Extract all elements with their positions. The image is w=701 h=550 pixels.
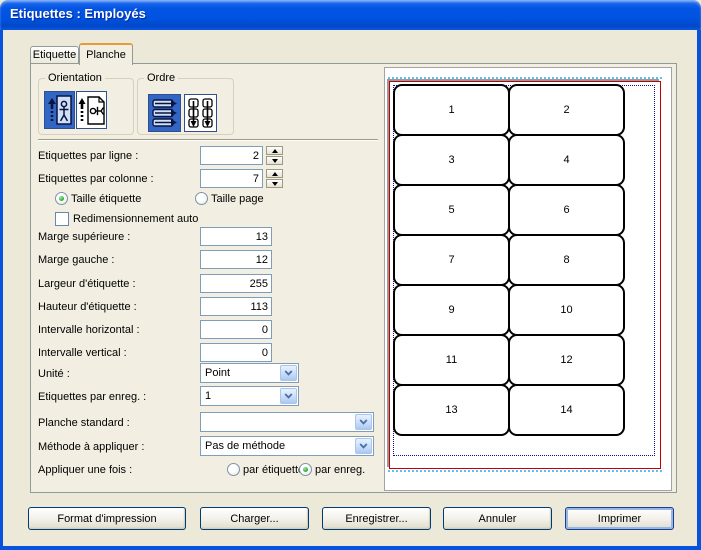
unit-combobox[interactable]: Point bbox=[200, 363, 299, 383]
dropdown-button[interactable] bbox=[280, 388, 297, 404]
auto-resize-checkbox[interactable] bbox=[55, 212, 69, 226]
per-record-option-label: par enreg. bbox=[315, 464, 365, 476]
dialog-window: Etiquettes : Employés Etiquette Planche … bbox=[0, 0, 701, 550]
taille-page-radio[interactable] bbox=[195, 192, 208, 205]
print-format-button[interactable]: Format d'impression bbox=[28, 507, 186, 530]
order-horizontal-button[interactable] bbox=[148, 94, 181, 132]
preview-page: 1 2 3 4 5 6 7 8 9 10 11 12 13 14 bbox=[389, 81, 661, 469]
save-button[interactable]: Enregistrer... bbox=[322, 507, 431, 530]
preview-label-cell[interactable]: 14 bbox=[508, 384, 625, 436]
page-break-line-top bbox=[388, 77, 662, 79]
labels-per-record-label: Etiquettes par enreg. : bbox=[38, 391, 146, 403]
print-button[interactable]: Imprimer bbox=[565, 507, 674, 530]
labels-per-line-input[interactable] bbox=[200, 146, 263, 165]
window-title: Etiquettes : Employés bbox=[10, 6, 146, 21]
tab-planche[interactable]: Planche bbox=[79, 43, 133, 65]
unit-label: Unité : bbox=[38, 368, 70, 380]
sheet-preview-panel: 1 2 3 4 5 6 7 8 9 10 11 12 13 14 bbox=[384, 67, 672, 491]
preview-label-cell[interactable]: 10 bbox=[508, 284, 625, 336]
taille-etiquette-radio[interactable] bbox=[55, 192, 68, 205]
label-width-label: Largeur d'étiquette : bbox=[38, 278, 136, 290]
preview-label-cell[interactable]: 2 bbox=[508, 84, 625, 136]
orientation-landscape-button[interactable] bbox=[76, 91, 107, 129]
preview-label-cell[interactable]: 3 bbox=[393, 134, 510, 186]
per-label-option-label: par étiquette bbox=[243, 464, 304, 476]
window-border-left bbox=[0, 30, 3, 550]
order-vertical-button[interactable] bbox=[184, 94, 217, 132]
preview-label-cell[interactable]: 6 bbox=[508, 184, 625, 236]
horizontal-gap-input[interactable] bbox=[200, 320, 272, 339]
tab-etiquette[interactable]: Etiquette bbox=[30, 46, 79, 63]
labels-per-line-label: Etiquettes par ligne : bbox=[38, 150, 138, 162]
vertical-gap-label: Intervalle vertical : bbox=[38, 347, 127, 359]
down-arrow-icon bbox=[272, 159, 278, 163]
labels-per-record-value: 1 bbox=[205, 390, 211, 402]
preview-label-cell[interactable]: 1 bbox=[393, 84, 510, 136]
auto-resize-label: Redimensionnement auto bbox=[73, 213, 198, 225]
left-margin-label: Marge gauche : bbox=[38, 254, 114, 266]
page-break-line-bottom bbox=[388, 470, 662, 472]
landscape-page-icon bbox=[77, 116, 106, 131]
top-margin-input[interactable] bbox=[200, 227, 272, 246]
labels-per-column-stepper bbox=[266, 169, 283, 188]
unit-value: Point bbox=[205, 367, 230, 379]
taille-page-label: Taille page bbox=[211, 193, 264, 205]
orientation-group-label: Orientation bbox=[45, 72, 105, 84]
orientation-portrait-button[interactable] bbox=[44, 91, 75, 129]
labels-per-column-label: Etiquettes par colonne : bbox=[38, 173, 154, 185]
cancel-button[interactable]: Annuler bbox=[443, 507, 552, 530]
taille-etiquette-label: Taille étiquette bbox=[71, 193, 141, 205]
window-border-right bbox=[697, 30, 701, 550]
standard-sheet-combobox[interactable] bbox=[200, 412, 374, 432]
apply-method-value: Pas de méthode bbox=[205, 440, 285, 452]
spin-down-button[interactable] bbox=[266, 156, 283, 165]
per-record-radio[interactable] bbox=[299, 463, 312, 476]
separator-line bbox=[38, 139, 378, 141]
per-label-radio[interactable] bbox=[227, 463, 240, 476]
apply-once-label: Appliquer une fois : bbox=[38, 464, 132, 476]
dropdown-button[interactable] bbox=[355, 414, 372, 430]
chevron-down-icon bbox=[359, 419, 368, 425]
apply-method-label: Méthode à appliquer : bbox=[38, 441, 144, 453]
spin-up-button[interactable] bbox=[266, 146, 283, 155]
up-arrow-icon bbox=[272, 172, 278, 176]
preview-label-cell[interactable]: 11 bbox=[393, 334, 510, 386]
preview-label-cell[interactable]: 13 bbox=[393, 384, 510, 436]
down-arrow-icon bbox=[272, 182, 278, 186]
preview-label-cell[interactable]: 8 bbox=[508, 234, 625, 286]
horizontal-gap-label: Intervalle horizontal : bbox=[38, 324, 140, 336]
chevron-down-icon bbox=[284, 393, 293, 399]
apply-method-combobox[interactable]: Pas de méthode bbox=[200, 436, 374, 456]
standard-sheet-label: Planche standard : bbox=[38, 417, 130, 429]
left-margin-input[interactable] bbox=[200, 250, 272, 269]
top-margin-label: Marge supérieure : bbox=[38, 231, 130, 243]
order-horizontal-icon bbox=[149, 119, 180, 134]
dropdown-button[interactable] bbox=[355, 438, 372, 454]
order-vertical-icon bbox=[185, 119, 216, 134]
load-button[interactable]: Charger... bbox=[200, 507, 309, 530]
label-width-input[interactable] bbox=[200, 274, 272, 293]
labels-per-record-combobox[interactable]: 1 bbox=[200, 386, 299, 406]
order-group-label: Ordre bbox=[144, 72, 178, 84]
dropdown-button[interactable] bbox=[280, 365, 297, 381]
spin-up-button[interactable] bbox=[266, 169, 283, 178]
labels-per-column-input[interactable] bbox=[200, 169, 263, 188]
preview-label-cell[interactable]: 4 bbox=[508, 134, 625, 186]
labels-per-line-stepper bbox=[266, 146, 283, 165]
up-arrow-icon bbox=[272, 149, 278, 153]
portrait-page-icon bbox=[45, 116, 74, 131]
preview-label-cell[interactable]: 5 bbox=[393, 184, 510, 236]
vertical-gap-input[interactable] bbox=[200, 343, 272, 362]
preview-label-cell[interactable]: 12 bbox=[508, 334, 625, 386]
label-height-input[interactable] bbox=[200, 297, 272, 316]
label-height-label: Hauteur d'étiquette : bbox=[38, 301, 137, 313]
titlebar: Etiquettes : Employés bbox=[0, 0, 701, 30]
chevron-down-icon bbox=[284, 370, 293, 376]
spin-down-button[interactable] bbox=[266, 179, 283, 188]
chevron-down-icon bbox=[359, 443, 368, 449]
preview-label-cell[interactable]: 9 bbox=[393, 284, 510, 336]
preview-label-cell[interactable]: 7 bbox=[393, 234, 510, 286]
window-border-bottom bbox=[0, 546, 701, 550]
label-grid: 1 2 3 4 5 6 7 8 9 10 11 12 13 14 bbox=[394, 85, 624, 435]
